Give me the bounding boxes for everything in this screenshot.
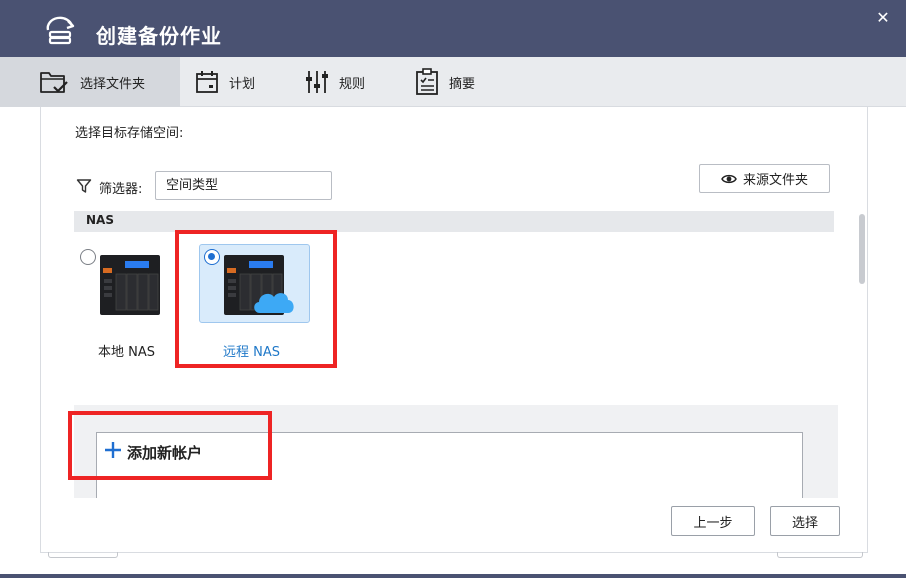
highlight-remote-nas xyxy=(175,230,337,368)
dialog-footer: 上一步 选择 xyxy=(41,498,867,552)
step-label-select-folder: 选择文件夹 xyxy=(80,76,146,92)
source-folder-button[interactable]: 来源文件夹 xyxy=(699,164,830,193)
step-rules[interactable]: 规则 xyxy=(305,57,365,107)
section-label: NAS xyxy=(86,213,114,227)
back-button[interactable]: 上一步 xyxy=(671,506,755,536)
close-icon[interactable]: ✕ xyxy=(874,9,892,27)
calendar-icon xyxy=(196,71,218,93)
nas-device-icon[interactable] xyxy=(100,255,160,315)
nas-section-header: NAS xyxy=(74,211,834,232)
step-label-summary: 摘要 xyxy=(449,76,476,92)
folder-check-icon xyxy=(40,72,68,93)
step-summary[interactable]: 摘要 xyxy=(415,57,475,107)
clipboard-list-icon xyxy=(416,68,438,95)
page-heading: 选择目标存储空间: xyxy=(75,126,184,141)
wizard-steps: 选择文件夹 计划 规则 摘要 xyxy=(0,57,906,107)
step-label-rules: 规则 xyxy=(339,76,366,92)
eye-icon xyxy=(721,174,737,183)
step-select-folder[interactable]: 选择文件夹 xyxy=(38,57,145,107)
scrollbar-thumb[interactable] xyxy=(859,214,865,284)
highlight-add-account xyxy=(68,411,272,480)
local-nas-radio[interactable] xyxy=(80,249,96,265)
select-button[interactable]: 选择 xyxy=(770,506,840,536)
title-bar: 创建备份作业 ✕ xyxy=(0,0,906,57)
backup-drive-icon xyxy=(46,16,75,45)
filter-label: 筛选器: xyxy=(99,182,143,197)
filter-select[interactable]: 空间类型 xyxy=(155,171,332,200)
source-folder-label: 来源文件夹 xyxy=(742,173,808,188)
step-label-schedule: 计划 xyxy=(229,76,256,92)
sliders-icon xyxy=(306,71,328,93)
local-nas-label[interactable]: 本地 NAS xyxy=(98,341,155,360)
step-schedule[interactable]: 计划 xyxy=(195,57,255,107)
window-title: 创建备份作业 xyxy=(96,24,222,48)
filter-icon xyxy=(76,179,92,193)
